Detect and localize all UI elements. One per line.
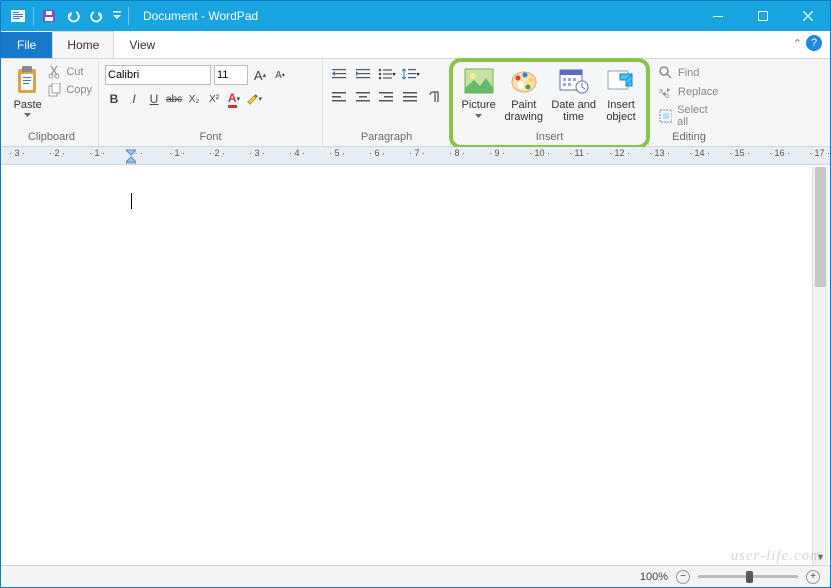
minimize-button[interactable] bbox=[695, 1, 740, 31]
text-color-button[interactable]: A▾ bbox=[225, 90, 243, 108]
redo-button[interactable] bbox=[86, 5, 108, 27]
close-button[interactable] bbox=[785, 1, 830, 31]
svg-text:b: b bbox=[665, 93, 669, 99]
document-page[interactable] bbox=[3, 167, 828, 214]
paragraph-dialog-button[interactable] bbox=[424, 88, 444, 106]
font-family-select[interactable] bbox=[105, 65, 211, 85]
ruler[interactable]: · 3 · · 2 · · 1 · · · · · 1 · · 2 · · 3 … bbox=[1, 147, 830, 165]
decrease-indent-button[interactable] bbox=[329, 65, 349, 83]
superscript-button[interactable]: X² bbox=[205, 90, 223, 108]
datetime-icon bbox=[558, 66, 590, 96]
paint-icon bbox=[508, 66, 540, 96]
window-controls bbox=[695, 1, 830, 31]
group-label-editing: Editing bbox=[655, 130, 723, 144]
insert-picture-button[interactable]: Picture bbox=[457, 63, 500, 130]
copy-label: Copy bbox=[66, 84, 92, 96]
object-label: Insert object bbox=[606, 99, 635, 123]
replace-icon: ab bbox=[659, 85, 673, 99]
italic-button[interactable]: I bbox=[125, 90, 143, 108]
select-all-label: Select all bbox=[677, 104, 719, 128]
group-label-clipboard: Clipboard bbox=[11, 130, 92, 144]
paste-button[interactable]: Paste bbox=[11, 63, 44, 130]
grow-font-button[interactable]: A▴ bbox=[251, 66, 269, 84]
replace-button[interactable]: ab Replace bbox=[655, 84, 723, 100]
tab-file[interactable]: File bbox=[1, 32, 52, 58]
datetime-label: Date and time bbox=[551, 99, 596, 123]
highlight-button[interactable]: ▾ bbox=[245, 90, 263, 108]
ribbon-tabs: File Home View ⌃ ? bbox=[1, 31, 830, 59]
titlebar: Document - WordPad bbox=[1, 1, 830, 31]
line-spacing-button[interactable]: ▾ bbox=[401, 65, 421, 83]
document-area[interactable] bbox=[3, 167, 828, 565]
text-cursor bbox=[131, 193, 132, 209]
group-editing: Find ab Replace Select all Editing bbox=[649, 61, 729, 146]
paint-label: Paint drawing bbox=[505, 99, 544, 123]
align-center-button[interactable] bbox=[353, 88, 373, 106]
group-label-paragraph: Paragraph bbox=[329, 130, 444, 144]
group-insert: Picture Paint drawing Date and time Inse… bbox=[451, 61, 649, 146]
scrollbar-thumb[interactable] bbox=[815, 167, 826, 287]
tab-home[interactable]: Home bbox=[52, 31, 114, 58]
zoom-slider-thumb[interactable] bbox=[746, 571, 753, 583]
select-all-icon bbox=[659, 109, 672, 123]
save-button[interactable] bbox=[38, 5, 60, 27]
cut-label: Cut bbox=[66, 66, 83, 78]
zoom-in-button[interactable]: + bbox=[806, 570, 820, 584]
undo-button[interactable] bbox=[62, 5, 84, 27]
ruler-indent-marker[interactable] bbox=[126, 147, 136, 165]
copy-button[interactable]: Copy bbox=[48, 83, 92, 97]
shrink-font-button[interactable]: A▾ bbox=[271, 66, 289, 84]
cut-button[interactable]: Cut bbox=[48, 65, 92, 79]
insert-object-button[interactable]: Insert object bbox=[600, 63, 642, 130]
bullet-list-button[interactable]: ▾ bbox=[377, 65, 397, 83]
group-label-insert: Insert bbox=[457, 130, 642, 144]
statusbar: 100% − + bbox=[1, 565, 830, 587]
zoom-out-button[interactable]: − bbox=[676, 570, 690, 584]
find-label: Find bbox=[678, 67, 699, 79]
maximize-button[interactable] bbox=[740, 1, 785, 31]
object-icon bbox=[605, 66, 637, 96]
insert-paint-drawing-button[interactable]: Paint drawing bbox=[500, 63, 547, 130]
ribbon: Paste Cut Copy Clipboard bbox=[1, 59, 830, 147]
group-clipboard: Paste Cut Copy Clipboard bbox=[5, 61, 99, 146]
find-button[interactable]: Find bbox=[655, 65, 723, 81]
app-icon[interactable] bbox=[7, 5, 29, 27]
find-icon bbox=[659, 66, 673, 80]
zoom-slider[interactable] bbox=[698, 575, 798, 578]
tab-view[interactable]: View bbox=[114, 31, 170, 58]
align-left-button[interactable] bbox=[329, 88, 349, 106]
insert-datetime-button[interactable]: Date and time bbox=[547, 63, 600, 130]
vertical-scrollbar[interactable]: ▼ bbox=[812, 167, 828, 565]
bold-button[interactable]: B bbox=[105, 90, 123, 108]
cut-icon bbox=[48, 65, 62, 79]
group-font: A▴ A▾ B I U abc X₂ X² A▾ ▾ Font bbox=[99, 61, 323, 146]
font-size-select[interactable] bbox=[214, 65, 248, 85]
increase-indent-button[interactable] bbox=[353, 65, 373, 83]
align-right-button[interactable] bbox=[377, 88, 397, 106]
select-all-button[interactable]: Select all bbox=[655, 103, 723, 129]
paste-icon bbox=[14, 65, 42, 97]
copy-icon bbox=[48, 83, 62, 97]
picture-icon bbox=[463, 66, 495, 96]
subscript-button[interactable]: X₂ bbox=[185, 90, 203, 108]
strikethrough-button[interactable]: abc bbox=[165, 90, 183, 108]
paste-label: Paste bbox=[14, 99, 42, 111]
underline-button[interactable]: U bbox=[145, 90, 163, 108]
collapse-ribbon-icon[interactable]: ⌃ bbox=[793, 37, 802, 50]
picture-label: Picture bbox=[461, 99, 495, 111]
group-label-font: Font bbox=[105, 130, 316, 144]
align-justify-button[interactable] bbox=[400, 88, 420, 106]
scroll-down-icon[interactable]: ▼ bbox=[813, 549, 828, 565]
quick-access-toolbar bbox=[1, 5, 137, 27]
zoom-level: 100% bbox=[640, 571, 668, 583]
qat-customize[interactable] bbox=[110, 5, 124, 27]
help-button[interactable]: ? bbox=[806, 35, 822, 51]
replace-label: Replace bbox=[678, 86, 718, 98]
group-paragraph: ▾ ▾ Paragraph bbox=[323, 61, 451, 146]
window-title: Document - WordPad bbox=[137, 9, 695, 23]
